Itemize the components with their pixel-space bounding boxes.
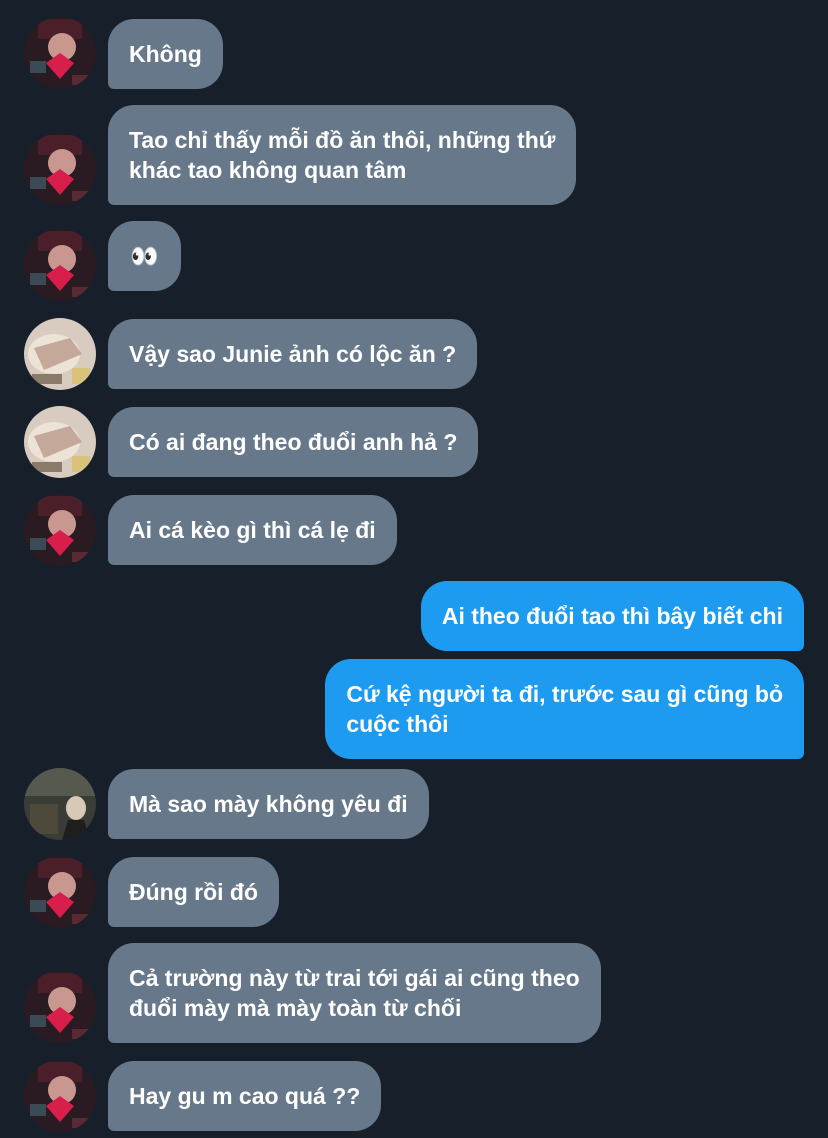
avatar[interactable] [24,406,96,478]
chat-thread: Không Tao chỉ thấy mỗi đồ ăn thôi, những… [0,0,828,1138]
message-bubble[interactable]: Có ai đang theo đuổi anh hả ? [108,407,479,477]
message-bubble[interactable]: Cả trường này từ trai tới gái ai cũng th… [108,943,601,1043]
message-bubble[interactable]: Tao chỉ thấy mỗi đồ ăn thôi, những thứ k… [108,105,577,205]
avatar[interactable] [24,229,96,301]
avatar[interactable] [24,494,96,566]
avatar[interactable] [24,768,96,840]
message-bubble[interactable]: Ai cá kèo gì thì cá lẹ đi [108,495,397,565]
message-bubble[interactable]: Mà sao mày không yêu đi [108,769,429,839]
message-bubble[interactable]: 👀 [108,221,181,291]
avatar[interactable] [24,318,96,390]
message-bubble[interactable]: Đúng rồi đó [108,857,280,927]
avatar[interactable] [24,133,96,205]
message-bubble[interactable]: Hay gu m cao quá ?? [108,1061,382,1131]
message-bubble[interactable]: Không [108,19,223,89]
message-bubble[interactable]: Vậy sao Junie ảnh có lộc ăn ? [108,319,478,389]
avatar[interactable] [24,856,96,928]
avatar[interactable] [24,17,96,89]
message-bubble[interactable]: Ai theo đuổi tao thì bây biết chi [420,581,804,651]
avatar[interactable] [24,1060,96,1132]
avatar[interactable] [24,971,96,1043]
eyes-emoji: 👀 [130,243,159,269]
message-bubble[interactable]: Cứ kệ người ta đi, trước sau gì cũng bỏ … [325,659,804,759]
